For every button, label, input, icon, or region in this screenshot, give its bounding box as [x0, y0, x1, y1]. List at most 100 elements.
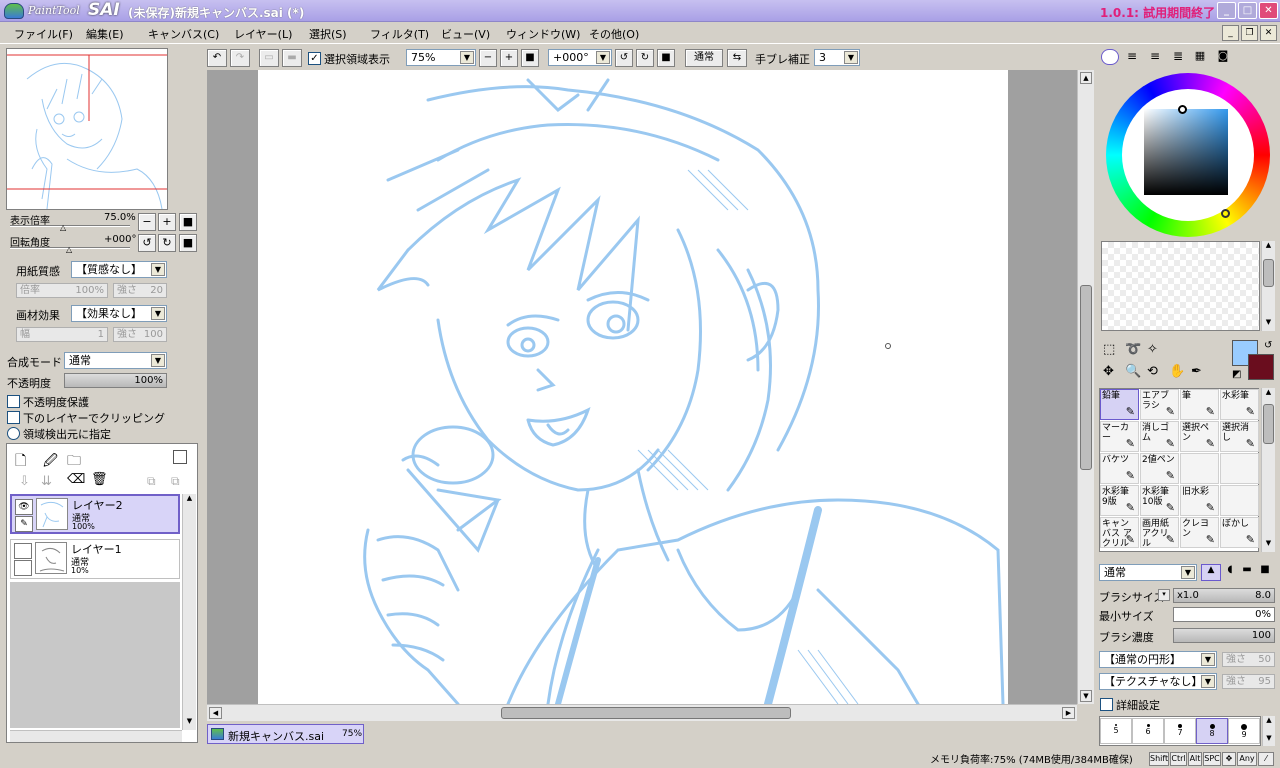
swatch-tab-icon[interactable]: ▦ — [1191, 49, 1209, 65]
saturation-value-square[interactable] — [1144, 109, 1228, 195]
hsv-slider-tab-icon[interactable]: ≡ — [1146, 49, 1164, 65]
minimize-button[interactable]: _ — [1217, 2, 1236, 19]
vscroll-thumb[interactable] — [1080, 285, 1092, 470]
mdi-restore-button[interactable]: ❐ — [1241, 25, 1258, 41]
navigator-preview[interactable] — [6, 48, 168, 210]
toolbar-rotate-reset-button[interactable]: ■ — [657, 49, 675, 67]
scratchpad-scroll-thumb[interactable] — [1263, 259, 1274, 287]
clear-layer-icon[interactable]: ⌫ — [67, 472, 85, 487]
layer-mask-icon[interactable] — [173, 450, 187, 464]
tool-cell[interactable]: ぼかし ✎ — [1220, 517, 1259, 548]
zoom-tool-icon[interactable]: 🔍 — [1125, 364, 1141, 379]
rotate-right-button[interactable]: ↻ — [158, 234, 176, 252]
layer-row-1[interactable]: レイヤー1 通常 10% — [10, 539, 180, 579]
scroll-down-icon[interactable]: ▼ — [1262, 539, 1275, 552]
zoom-slider-thumb[interactable]: △ — [60, 223, 66, 232]
tool-cell[interactable]: 選択ペン ✎ — [1180, 421, 1219, 452]
scratchpad-tab-icon[interactable]: ◙ — [1214, 49, 1232, 65]
brush-size-slider[interactable]: x1.0 8.0 — [1173, 588, 1275, 603]
hue-picker-handle[interactable] — [1221, 209, 1230, 218]
rotate-left-button[interactable]: ↺ — [138, 234, 156, 252]
scratchpad[interactable] — [1101, 241, 1260, 331]
brush-size-preset[interactable]: 7 — [1164, 718, 1196, 744]
transparent-color-icon[interactable]: ◩ — [1232, 369, 1241, 380]
canvas-hscrollbar[interactable]: ◀ ▶ — [207, 704, 1077, 721]
lasso-icon[interactable]: ➰ — [1125, 342, 1141, 357]
scroll-down-icon[interactable]: ▼ — [1263, 734, 1275, 746]
hscroll-thumb[interactable] — [501, 707, 791, 719]
maximize-button[interactable]: □ — [1238, 2, 1257, 19]
rgb-slider-tab-icon[interactable]: ≡ — [1123, 49, 1141, 65]
brush-mode-select[interactable]: 通常 ▼ — [1099, 564, 1197, 581]
tool-cell[interactable]: 水彩筆 10版 ✎ — [1140, 485, 1179, 516]
brush-size-preset[interactable]: 8 — [1196, 718, 1228, 744]
pen-lock-toggle[interactable] — [14, 560, 32, 576]
scroll-right-icon[interactable]: ▶ — [1062, 707, 1075, 719]
size-dropdown-icon[interactable]: ▾ — [1158, 589, 1170, 601]
tool-cell[interactable]: 水彩筆 ✎ — [1220, 389, 1259, 420]
color-wheel[interactable] — [1106, 73, 1270, 237]
tool-grid-scrollbar[interactable]: ▲ ▼ — [1261, 388, 1275, 552]
eye-icon[interactable]: 👁 — [15, 499, 33, 515]
layer-row-2[interactable]: 👁 ✎ レイヤー2 通常 100% — [10, 494, 180, 534]
brush-shape-round-icon[interactable]: ◖ — [1223, 564, 1237, 581]
opacity-slider[interactable]: 100% — [64, 373, 167, 388]
tool-cell[interactable]: エアブラシ ✎ — [1140, 389, 1179, 420]
tool-grid-scroll-thumb[interactable] — [1263, 404, 1274, 444]
toolbar-rotate-left-button[interactable]: ↺ — [615, 49, 633, 67]
menu-edit[interactable]: 編集(E) — [86, 26, 124, 42]
density-slider[interactable]: 100 — [1173, 628, 1275, 643]
magic-wand-icon[interactable]: ✧ — [1147, 342, 1158, 357]
mixer-tab-icon[interactable]: ≣ — [1169, 49, 1187, 65]
menu-filter[interactable]: フィルタ(T) — [370, 26, 429, 42]
tool-cell[interactable]: 選択消し ✎ — [1220, 421, 1259, 452]
eyedropper-icon[interactable]: ✒ — [1191, 364, 1202, 379]
trash-icon[interactable]: 🗑 — [91, 472, 108, 487]
tool-cell[interactable]: キャンバス アクリル ✎ — [1100, 517, 1139, 549]
tool-cell[interactable]: 画用紙 アクリル ✎ — [1140, 517, 1179, 549]
min-size-slider[interactable]: 0% — [1173, 607, 1275, 622]
stabilizer-select[interactable]: 3 ▼ — [814, 49, 860, 66]
brush-shape-flat-icon[interactable]: ▬ — [1240, 564, 1254, 581]
menu-window[interactable]: ウィンドウ(W) — [506, 26, 580, 42]
effect-select[interactable]: 【効果なし】 ▼ — [71, 305, 167, 322]
brush-size-preset[interactable]: 9 — [1228, 718, 1260, 744]
tool-cell[interactable]: 鉛筆 ✎ — [1100, 389, 1139, 420]
selection-source-radio[interactable] — [7, 427, 20, 440]
menu-file[interactable]: ファイル(F) — [14, 26, 73, 42]
tool-cell[interactable]: 筆 ✎ — [1180, 389, 1219, 420]
rotate-tool-icon[interactable]: ⟲ — [1147, 364, 1158, 379]
clipping-checkbox[interactable] — [7, 411, 20, 424]
toolbar-zoom-in-button[interactable]: + — [500, 49, 518, 67]
pen-lock-icon[interactable]: ✎ — [15, 516, 33, 532]
scroll-up-icon[interactable]: ▲ — [1080, 72, 1092, 84]
tool-cell[interactable]: 消しゴム ✎ — [1140, 421, 1179, 452]
brush-texture-select[interactable]: 【テクスチャなし】 ▼ — [1099, 673, 1217, 690]
detail-settings-checkbox[interactable] — [1100, 698, 1113, 711]
canvas-paper[interactable] — [258, 70, 1008, 704]
scroll-down-icon[interactable]: ▼ — [183, 717, 196, 730]
new-folder-icon[interactable]: 🗀 — [67, 450, 81, 474]
brush-shape-pointed-icon[interactable]: ▲ — [1201, 564, 1221, 581]
toolbar-zoom-out-button[interactable]: − — [479, 49, 497, 67]
rotate-slider-thumb[interactable]: △ — [66, 245, 72, 254]
toolbar-zoom-reset-button[interactable]: ■ — [521, 49, 539, 67]
document-tab[interactable]: 新規キャンバス.sai 75% — [207, 724, 364, 744]
presets-scrollbar[interactable]: ▲ ▼ — [1262, 716, 1275, 746]
tool-cell[interactable]: 2値ペン ✎ — [1140, 453, 1179, 484]
scroll-down-icon[interactable]: ▼ — [1262, 318, 1275, 331]
menu-view[interactable]: ビュー(V) — [441, 26, 490, 42]
tool-cell[interactable]: 旧水彩 ✎ — [1180, 485, 1219, 516]
tool-cell[interactable]: クレヨン ✎ — [1180, 517, 1219, 548]
swap-colors-icon[interactable]: ↺ — [1264, 340, 1272, 351]
brush-shape-select[interactable]: 【通常の円形】 ▼ — [1099, 651, 1217, 668]
zoom-select[interactable]: 75% ▼ — [406, 49, 476, 66]
menu-canvas[interactable]: キャンバス(C) — [148, 26, 219, 42]
brush-shape-square-icon[interactable]: ■ — [1258, 564, 1272, 581]
zoom-slider[interactable] — [10, 225, 130, 227]
scroll-up-icon[interactable]: ▲ — [1262, 388, 1275, 401]
menu-other[interactable]: その他(O) — [589, 26, 639, 42]
rect-select-icon[interactable]: ⬚ — [1103, 342, 1115, 357]
menu-select[interactable]: 選択(S) — [309, 26, 347, 42]
visibility-toggle[interactable] — [14, 543, 32, 559]
